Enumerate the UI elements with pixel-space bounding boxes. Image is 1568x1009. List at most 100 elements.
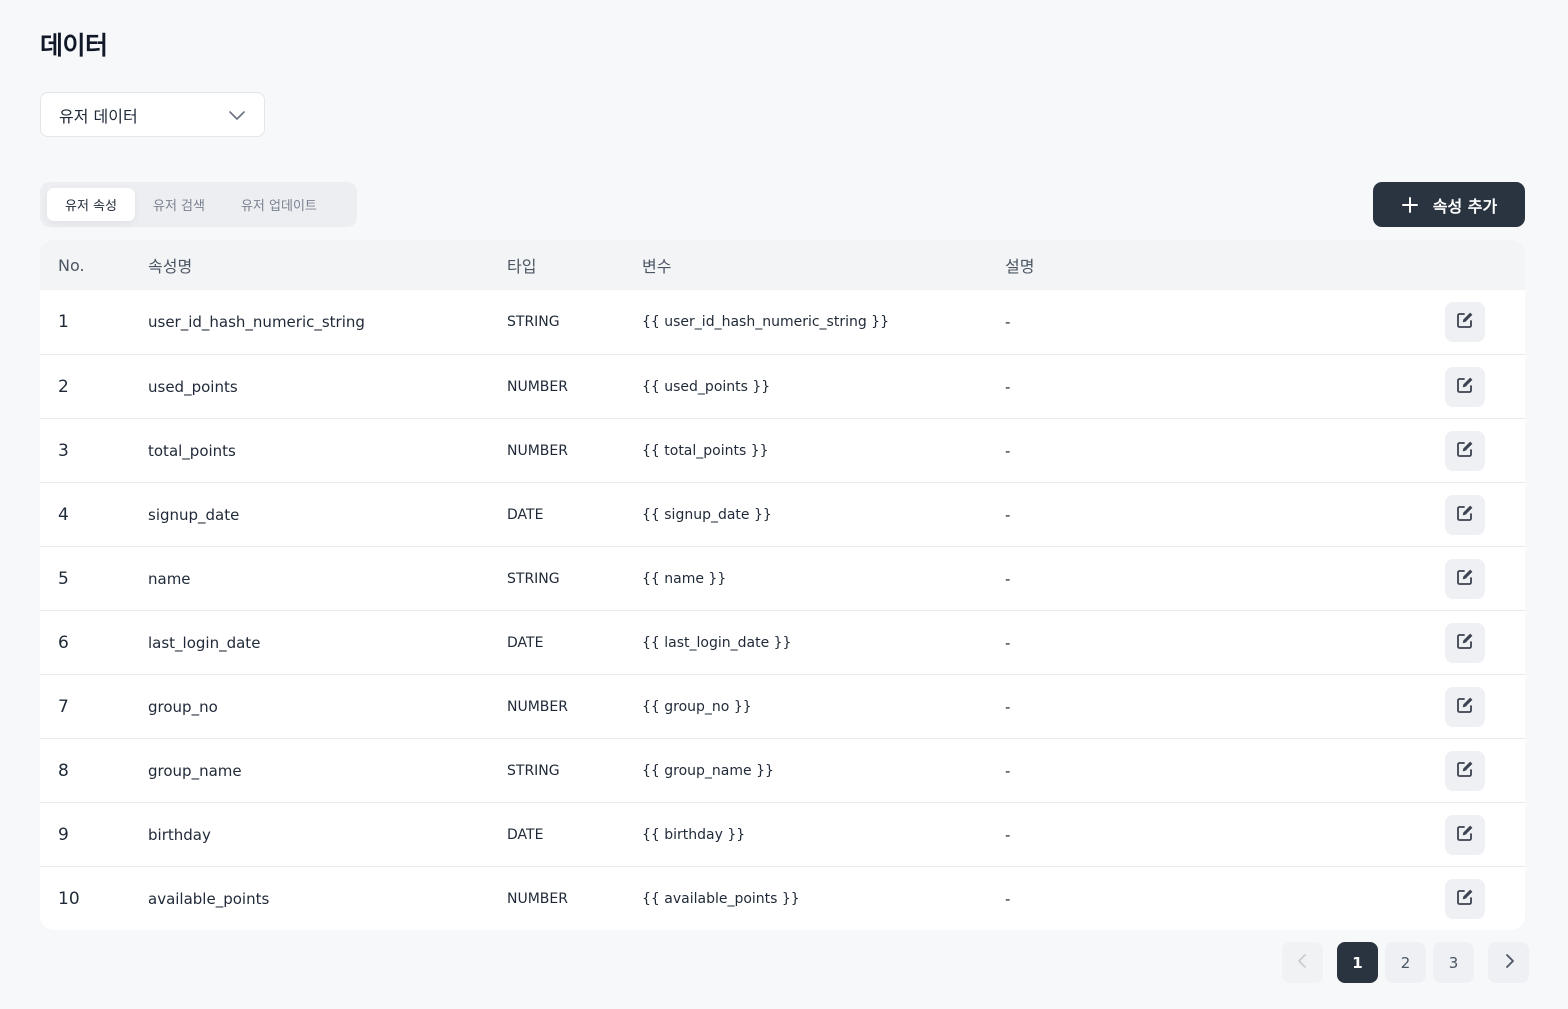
edit-button[interactable]: [1445, 430, 1485, 471]
cell-name: name: [148, 569, 191, 588]
edit-icon: [1455, 375, 1475, 399]
cell-description: -: [1005, 889, 1011, 908]
page-button-3[interactable]: 3: [1433, 942, 1474, 983]
cell-description: -: [1005, 441, 1011, 460]
table-row: 1 user_id_hash_numeric_string STRING {{ use…: [40, 290, 1525, 354]
cell-no: 2: [58, 376, 69, 397]
page-button-2[interactable]: 2: [1385, 942, 1426, 983]
edit-button[interactable]: [1445, 814, 1485, 855]
cell-name: birthday: [148, 825, 211, 844]
cell-actions: [1445, 366, 1525, 407]
add-attribute-button[interactable]: 속성 추가: [1373, 182, 1525, 227]
edit-button[interactable]: [1445, 494, 1485, 535]
cell-description: -: [1005, 569, 1011, 588]
cell-name: last_login_date: [148, 633, 261, 652]
cell-no: 5: [58, 568, 69, 589]
table-body: 1 user_id_hash_numeric_string STRING {{ use…: [40, 290, 1525, 930]
edit-icon: [1455, 759, 1475, 783]
cell-actions: [1445, 302, 1525, 342]
cell-name: total_points: [148, 441, 236, 460]
tab-user-search[interactable]: 유저 검색: [135, 188, 223, 221]
cell-name: signup_date: [148, 505, 240, 524]
header-variable: 변수: [642, 257, 672, 276]
cell-type: NUMBER: [507, 890, 568, 907]
tab-user-attributes[interactable]: 유저 속성: [47, 188, 135, 221]
cell-variable: {{ birthday }}: [642, 826, 746, 843]
attributes-table: No. 속성명 타입 변수 설명 1 user_id_hash_numeric_s…: [40, 240, 1525, 930]
edit-button[interactable]: [1445, 878, 1485, 919]
tab-user-update[interactable]: 유저 업데이트: [223, 188, 335, 221]
cell-actions: [1445, 878, 1525, 919]
table-row: 4 signup_date DATE {{ signup_date }} -: [40, 482, 1525, 546]
cell-variable: {{ total_points }}: [642, 442, 769, 459]
cell-type: DATE: [507, 506, 544, 523]
page-title: 데이터: [40, 31, 108, 60]
cell-name: available_points: [148, 889, 270, 908]
cell-variable: {{ last_login_date }}: [642, 634, 792, 651]
edit-button[interactable]: [1445, 558, 1485, 599]
cell-description: -: [1005, 761, 1011, 780]
cell-actions: [1445, 750, 1525, 791]
edit-icon: [1455, 503, 1475, 527]
cell-type: STRING: [507, 314, 560, 330]
edit-icon: [1455, 631, 1475, 655]
edit-icon: [1455, 823, 1475, 847]
cell-type: DATE: [507, 634, 544, 651]
edit-button[interactable]: [1445, 686, 1485, 727]
chevron-down-icon: [228, 106, 246, 124]
cell-type: STRING: [507, 570, 560, 587]
cell-type: DATE: [507, 826, 544, 843]
cell-actions: [1445, 814, 1525, 855]
table-header: No. 속성명 타입 변수 설명: [40, 240, 1525, 290]
edit-icon: [1455, 310, 1475, 334]
next-page-button[interactable]: [1488, 942, 1529, 983]
header-name: 속성명: [148, 257, 193, 276]
cell-description: -: [1005, 505, 1011, 524]
table-row: 2 used_points NUMBER {{ used_points }} -: [40, 354, 1525, 418]
add-attribute-label: 속성 추가: [1432, 196, 1498, 216]
cell-actions: [1445, 558, 1525, 599]
cell-actions: [1445, 686, 1525, 727]
header-type: 타입: [507, 257, 537, 276]
prev-page-button[interactable]: [1282, 942, 1323, 983]
page: 데이터 유저 데이터 유저 속성 유저 검색 유저 업데이트 속성 추가 No.…: [0, 0, 1568, 1009]
page-button-1[interactable]: 1: [1337, 942, 1378, 983]
cell-variable: {{ used_points }}: [642, 378, 771, 395]
cell-actions: [1445, 622, 1525, 663]
chevron-right-icon: [1501, 953, 1517, 973]
tab-bar: 유저 속성 유저 검색 유저 업데이트: [40, 182, 357, 227]
cell-type: NUMBER: [507, 698, 568, 715]
cell-description: -: [1005, 313, 1011, 331]
edit-button[interactable]: [1445, 750, 1485, 791]
cell-no: 1: [58, 312, 69, 332]
header-no: No.: [58, 255, 85, 275]
cell-description: -: [1005, 825, 1011, 844]
cell-name: used_points: [148, 377, 238, 396]
edit-button[interactable]: [1445, 622, 1485, 663]
cell-no: 9: [58, 824, 69, 845]
cell-actions: [1445, 494, 1525, 535]
cell-no: 6: [58, 632, 69, 653]
cell-type: NUMBER: [507, 378, 568, 395]
select-value: 유저 데이터: [59, 106, 138, 126]
cell-description: -: [1005, 377, 1011, 396]
data-type-select[interactable]: 유저 데이터: [40, 92, 265, 137]
cell-no: 3: [58, 440, 69, 461]
cell-variable: {{ signup_date }}: [642, 506, 772, 523]
cell-actions: [1445, 430, 1525, 471]
table-row: 5 name STRING {{ name }} -: [40, 546, 1525, 610]
edit-icon: [1455, 439, 1475, 463]
edit-button[interactable]: [1445, 302, 1485, 342]
edit-button[interactable]: [1445, 366, 1485, 407]
chevron-left-icon: [1295, 953, 1311, 973]
table-row: 8 group_name STRING {{ group_name }} -: [40, 738, 1525, 802]
table-row: 7 group_no NUMBER {{ group_no }} -: [40, 674, 1525, 738]
plus-icon: [1401, 196, 1419, 214]
cell-no: 10: [58, 888, 80, 909]
cell-type: NUMBER: [507, 442, 568, 459]
cell-variable: {{ user_id_hash_numeric_string }}: [642, 314, 889, 330]
cell-description: -: [1005, 697, 1011, 716]
cell-name: group_no: [148, 697, 218, 716]
cell-description: -: [1005, 633, 1011, 652]
cell-variable: {{ available_points }}: [642, 890, 800, 907]
